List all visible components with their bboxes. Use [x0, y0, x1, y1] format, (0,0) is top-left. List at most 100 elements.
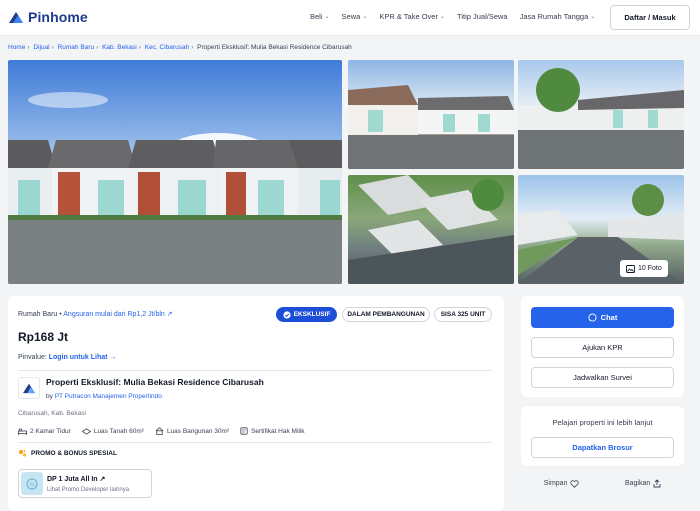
breadcrumb-kec[interactable]: Kec. Cibarusah: [145, 44, 189, 51]
units-left-badge: SISA 325 UNIT: [434, 307, 492, 322]
chat-button[interactable]: Chat: [531, 307, 674, 328]
construction-status-badge: DALAM PEMBANGUNAN: [342, 307, 430, 322]
arrow-right-icon: →: [109, 354, 117, 361]
breadcrumb-rumah-baru[interactable]: Rumah Baru: [58, 44, 95, 51]
listing-type: Rumah Baru: [18, 311, 58, 318]
nav-titip-jual[interactable]: Titip Jual/Sewa: [457, 12, 508, 21]
bed-icon: [18, 428, 27, 435]
land-area-icon: [81, 427, 91, 435]
spec-bedrooms: 2 Kamar Tidur: [18, 427, 71, 435]
image-icon: [626, 264, 635, 273]
building-area-icon: [155, 427, 164, 435]
promo-title: DP 1 Juta All In: [47, 476, 98, 483]
nav-sewa-label: Sewa: [341, 12, 361, 21]
listing-actions: Simpan Bagikan: [521, 479, 684, 488]
pinvalue-line: Pinvalue: Login untuk Lihat →: [18, 354, 116, 361]
promo-tag-icon: %: [21, 472, 43, 495]
pinvalue-label: Pinvalue:: [18, 354, 47, 361]
property-specs: 2 Kamar Tidur Luas Tanah 60m² Luas Bangu…: [18, 427, 305, 435]
heart-icon: [570, 479, 580, 488]
promo-subtitle: Lihat Promo Developer lainnya: [47, 487, 130, 493]
spec-land-area: Luas Tanah 60m²: [81, 427, 144, 435]
developer-link[interactable]: PT Putracon Manajemen Propertindo: [55, 393, 162, 400]
nav-jasa-label: Jasa Rumah Tangga: [519, 12, 589, 21]
certificate-icon: [240, 427, 248, 435]
promo-title-line: DP 1 Juta All In ↗: [47, 475, 105, 483]
brand-name: Pinhome: [28, 9, 88, 25]
developer-logo-icon: [23, 383, 35, 394]
property-photo-2[interactable]: [348, 60, 514, 169]
pinvalue-login-link[interactable]: Login untuk Lihat: [49, 354, 108, 361]
price: Rp168 Jt: [18, 330, 69, 344]
exclusive-badge-label: EKSKLUSIF: [293, 311, 331, 318]
listing-type-line: Rumah Baru • Angsuran mulai dari Rp1,2 J…: [18, 310, 173, 318]
pinhome-logo[interactable]: Pinhome: [8, 9, 88, 25]
main-property-photo[interactable]: [8, 60, 342, 284]
nav-jasa[interactable]: Jasa Rumah Tangga ⌄: [520, 12, 596, 21]
schedule-survey-button[interactable]: Jadwalkan Survei: [531, 367, 674, 388]
spec-land-area-label: Luas Tanah 60m²: [93, 427, 144, 435]
exclusive-badge: EKSKLUSIF: [276, 307, 337, 322]
get-brochure-button[interactable]: Dapatkan Brosur: [531, 437, 674, 458]
view-all-photos-button[interactable]: 10 Foto: [620, 260, 668, 277]
top-navbar: Pinhome Beli ⌄ Sewa ⌄ KPR & Take Over ⌄ Tit…: [0, 0, 700, 36]
login-register-button[interactable]: Daftar / Masuk: [610, 5, 690, 30]
promo-card[interactable]: % DP 1 Juta All In ↗ Lihat Promo Develop…: [18, 469, 152, 498]
nav-beli-label: Beli: [310, 12, 323, 21]
chevron-down-icon: ⌄: [439, 14, 446, 20]
nav-beli[interactable]: Beli ⌄: [310, 12, 330, 21]
breadcrumb-home[interactable]: Home: [8, 44, 25, 51]
house-photo-illustration: [348, 85, 514, 169]
share-label: Bagikan: [624, 480, 651, 487]
breadcrumb-separator: ›: [138, 44, 141, 51]
aerial-photo-illustration: [348, 175, 514, 284]
developer-line: by PT Putracon Manajemen Propertindo: [46, 393, 162, 400]
breadcrumb-separator: ›: [96, 44, 99, 51]
apply-kpr-button[interactable]: Ajukan KPR: [531, 337, 674, 358]
breadcrumb-separator: ›: [27, 44, 30, 51]
by-prefix: by: [46, 393, 53, 400]
property-location: Cibarusah, Kab. Bekasi: [18, 410, 86, 417]
save-label: Simpan: [543, 480, 568, 487]
spec-certificate-label: Sertifikat Hak Milik: [251, 427, 305, 435]
developer-logo[interactable]: [18, 377, 40, 399]
share-icon: [653, 479, 661, 488]
chevron-down-icon: ⌄: [590, 14, 596, 20]
nav-sewa[interactable]: Sewa ⌄: [342, 12, 368, 21]
breadcrumb: Home › Dijual › Rumah Baru › Kab. Bekasi › K…: [8, 44, 352, 51]
divider: [18, 370, 492, 371]
svg-text:%: %: [29, 482, 35, 488]
promo-heading: PROMO & BONUS SPESIAL: [18, 449, 117, 458]
main-nav: Beli ⌄ Sewa ⌄ KPR & Take Over ⌄ Titip Jual/…: [310, 12, 595, 21]
street-photo-illustration: [518, 68, 684, 169]
promo-heading-label: PROMO & BONUS SPESIAL: [31, 450, 117, 457]
divider: [18, 442, 492, 443]
verified-icon: [282, 310, 291, 319]
breadcrumb-current: Properti Eksklusif: Mulia Bekasi Residen…: [197, 44, 352, 51]
promo-badge-icon: %: [26, 477, 38, 490]
chevron-down-icon: ⌄: [324, 14, 330, 20]
property-title: Properti Eksklusif: Mulia Bekasi Residen…: [46, 377, 264, 387]
save-button[interactable]: Simpan: [544, 479, 580, 488]
chat-button-label: Chat: [600, 313, 618, 322]
breadcrumb-separator: ›: [51, 44, 54, 51]
breadcrumb-dijual[interactable]: Dijual: [33, 44, 49, 51]
spec-building-area: Luas Bangunan 30m²: [155, 427, 229, 435]
learn-more-text: Pelajari properti ini lebih lanjut: [552, 418, 653, 427]
nav-kpr-label: KPR & Take Over: [379, 12, 438, 21]
photo-count-label: 10 Foto: [638, 265, 662, 272]
house-row-illustration: [8, 92, 342, 284]
nav-kpr[interactable]: KPR & Take Over ⌄: [379, 12, 445, 21]
sparkle-icon: [19, 450, 27, 457]
share-button[interactable]: Bagikan: [625, 479, 661, 488]
spec-bedrooms-label: 2 Kamar Tidur: [30, 427, 71, 435]
spec-certificate: Sertifikat Hak Milik: [240, 427, 305, 435]
pinhome-logo-icon: [9, 12, 23, 23]
property-photo-4[interactable]: [348, 175, 514, 284]
property-photo-3[interactable]: [518, 60, 684, 169]
nav-titip-label: Titip Jual/Sewa: [457, 12, 508, 21]
installment-link[interactable]: Angsuran mulai dari Rp1,2 Jt/bln: [63, 311, 165, 318]
whatsapp-icon: [588, 313, 597, 322]
breadcrumb-kab[interactable]: Kab. Bekasi: [102, 44, 137, 51]
breadcrumb-separator: ›: [191, 44, 194, 51]
